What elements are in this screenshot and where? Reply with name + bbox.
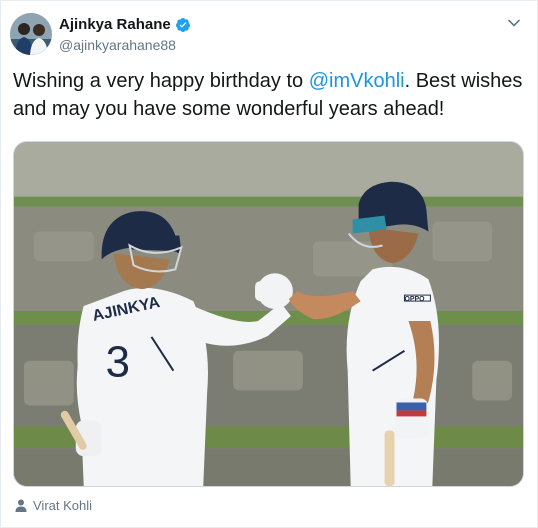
tagged-person-name: Virat Kohli — [33, 498, 93, 513]
verified-badge-icon — [175, 17, 190, 32]
person-icon — [15, 499, 27, 512]
tweet-text-start: Wishing a very happy birthday to — [13, 70, 309, 92]
tagged-person[interactable]: Virat Kohli — [15, 498, 92, 513]
author-display-name[interactable]: Ajinkya Rahane — [59, 16, 171, 33]
jersey-number: 3 — [106, 338, 130, 387]
author-avatar[interactable] — [10, 13, 52, 55]
tweet-card: Ajinkya Rahane @ajinkyarahane88 Wishing … — [0, 0, 538, 528]
author-name-row: Ajinkya Rahane — [59, 16, 191, 33]
cricket-photo-illustration: AJINKYA 3 OPPO — [14, 142, 523, 486]
mention-link[interactable]: @imVkohli — [309, 70, 405, 92]
chevron-down-icon[interactable] — [507, 16, 521, 30]
avatar-photo — [10, 13, 52, 55]
tweet-photo[interactable]: AJINKYA 3 OPPO — [13, 141, 524, 487]
tweet-text: Wishing a very happy birthday to @imVkoh… — [13, 67, 528, 123]
sponsor-logo-text: OPPO — [404, 296, 425, 303]
author-handle[interactable]: @ajinkyarahane88 — [59, 37, 176, 53]
